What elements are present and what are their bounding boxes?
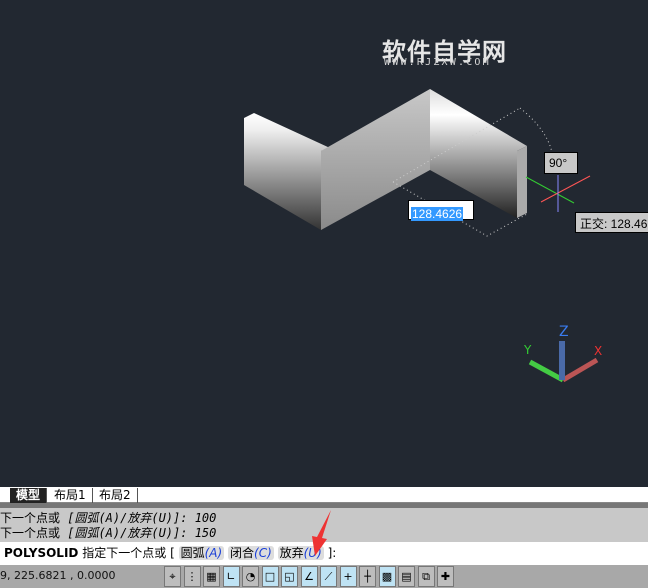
- ucs-x-label: X: [594, 344, 602, 358]
- command-prompt: 指定下一个点或: [82, 546, 167, 560]
- option-arc[interactable]: 圆弧(A): [178, 546, 225, 560]
- tab-model[interactable]: 模型: [10, 488, 48, 503]
- angle-tooltip: 90°: [544, 152, 578, 174]
- ortho-toggle[interactable]: ∟: [222, 566, 240, 587]
- ducs-toggle[interactable]: ⟋: [320, 566, 337, 587]
- wall-end: [517, 146, 527, 218]
- coordinates-readout: 9, 225.6821 , 0.0000: [0, 569, 116, 582]
- lineweight-toggle[interactable]: ┼: [359, 566, 376, 587]
- layout-tabs: 模型 布局1 布局2: [0, 487, 648, 503]
- annotation-monitor-toggle[interactable]: ✚: [437, 566, 454, 587]
- ucs-z-label: Z: [559, 324, 569, 340]
- dyn-toggle[interactable]: +: [339, 566, 357, 587]
- cursor-green: [525, 176, 575, 204]
- tab-layout2[interactable]: 布局2: [93, 488, 138, 503]
- osnap-toggle[interactable]: □: [261, 566, 279, 587]
- transparency-toggle[interactable]: ▩: [378, 566, 396, 587]
- polysolid-model: Z Y X: [244, 89, 602, 383]
- status-bar: 9, 225.6821 , 0.0000 ⌖ ⋮ ▦ ∟ ◔ □ ◱ ∠ ⟋ + ┼ ▩ ▤ ⧉ ✚: [0, 565, 648, 588]
- selection-cycling-toggle[interactable]: ⧉: [417, 566, 435, 587]
- wall-left: [244, 113, 330, 230]
- wall-right: [430, 89, 527, 218]
- ortho-tooltip: 正交: 128.46: [575, 212, 648, 233]
- snap-toggle[interactable]: ⋮: [183, 566, 201, 587]
- infer-constraints-toggle[interactable]: ⌖: [164, 566, 181, 587]
- ucs-icon: [528, 341, 599, 383]
- bracket: [: [170, 546, 175, 560]
- otrack-toggle[interactable]: ∠: [300, 566, 318, 587]
- dynamic-input-field[interactable]: 128.4626: [408, 200, 474, 221]
- tab-layout1[interactable]: 布局1: [48, 488, 93, 503]
- drawing-canvas[interactable]: Z Y X 软件自学网 WWW.RJZXW.COM 128.4626 90° 正…: [0, 0, 648, 487]
- red-arrow-annotation: [312, 510, 331, 556]
- command-name: POLYSOLID: [4, 546, 79, 560]
- watermark-url: WWW.RJZXW.COM: [384, 57, 491, 68]
- grid-toggle[interactable]: ▦: [203, 566, 220, 587]
- dynamic-input-value: 128.4626: [411, 207, 464, 221]
- quick-properties-toggle[interactable]: ▤: [398, 566, 415, 587]
- ucs-y-label: Y: [523, 343, 532, 357]
- option-close[interactable]: 闭合(C): [228, 546, 274, 560]
- polar-toggle[interactable]: ◔: [242, 566, 259, 587]
- 3d-osnap-toggle[interactable]: ◱: [281, 566, 298, 587]
